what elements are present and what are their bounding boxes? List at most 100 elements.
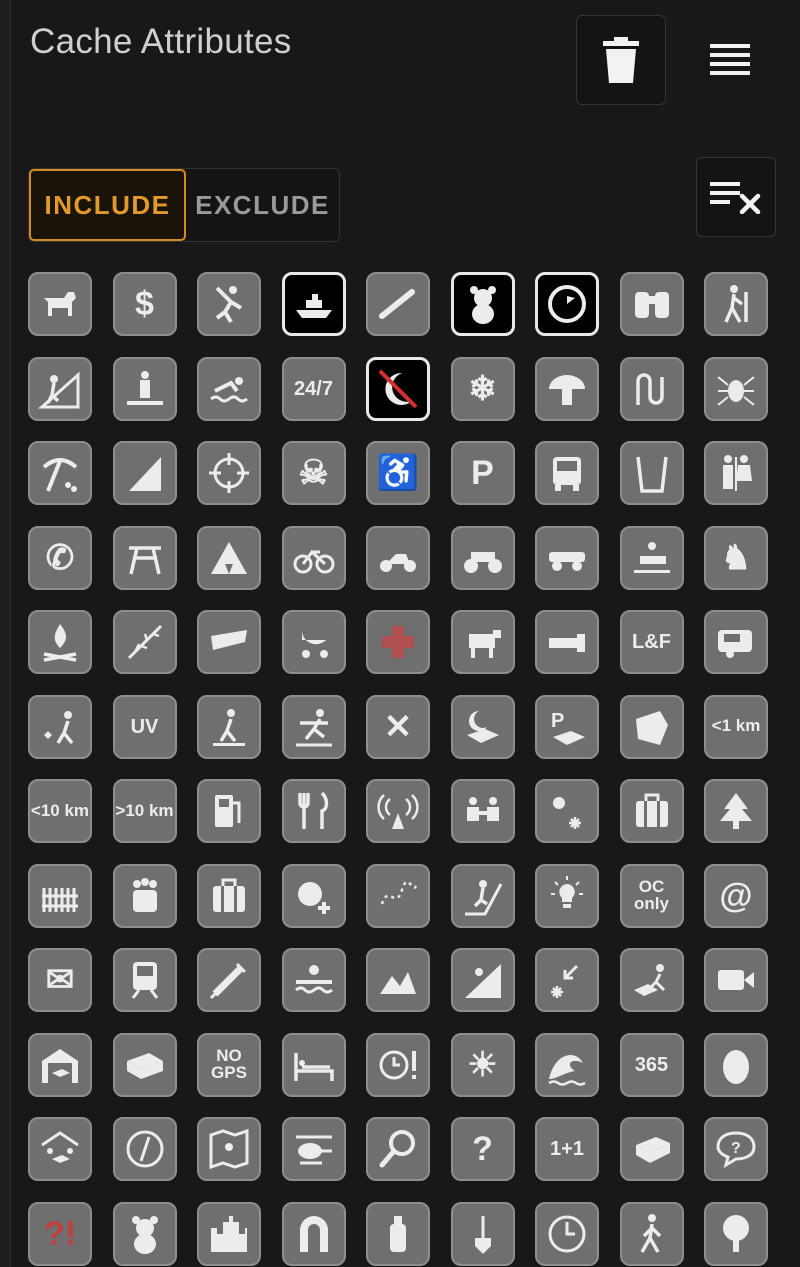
attribute-special-tool[interactable]: ✕ — [366, 694, 430, 759]
attribute-first-aid[interactable] — [366, 610, 430, 674]
attribute-teamwork[interactable] — [112, 863, 177, 928]
attribute-rv[interactable] — [704, 610, 768, 674]
attribute-question-bubble[interactable]: ? — [704, 1117, 768, 1181]
attribute-box[interactable] — [112, 1032, 177, 1097]
attribute-hiking[interactable] — [704, 272, 768, 336]
attribute-oc-only[interactable]: OC only — [619, 863, 684, 928]
delete-button[interactable] — [576, 15, 666, 105]
attribute-no-gps[interactable]: NO GPS — [197, 1032, 261, 1097]
attribute-daytime[interactable]: ☀ — [450, 1032, 515, 1097]
attribute-seasonal[interactable] — [535, 779, 599, 843]
attribute-all-year[interactable]: 365 — [619, 1032, 684, 1097]
attribute-bus[interactable] — [535, 441, 599, 505]
attribute-letterbox[interactable]: ✉ — [28, 948, 92, 1012]
attribute-container[interactable] — [619, 1117, 684, 1181]
attribute-available-24-7[interactable]: 24/7 — [281, 356, 346, 421]
attribute-snowshoes[interactable] — [197, 694, 261, 759]
attribute-magnifier[interactable] — [366, 1117, 430, 1181]
attribute-binoculars[interactable] — [619, 272, 684, 336]
attribute-surprise[interactable]: ?! — [28, 1201, 92, 1266]
attribute-hills[interactable] — [366, 948, 430, 1012]
attribute-restroom[interactable] — [704, 441, 768, 505]
attribute-challenge-cache[interactable] — [450, 863, 515, 928]
attribute-wheelchair[interactable]: ♿ — [366, 441, 430, 505]
attribute-tree[interactable] — [704, 1201, 768, 1266]
attribute-tent[interactable] — [197, 525, 261, 590]
attribute-tree-climbing[interactable] — [704, 779, 768, 843]
attribute-in-water[interactable] — [281, 948, 346, 1012]
attribute-stealth[interactable] — [197, 610, 261, 674]
attribute-bonus-cache[interactable] — [281, 863, 346, 928]
attribute-field-puzzle[interactable] — [28, 694, 92, 759]
attribute-boat[interactable] — [281, 272, 346, 336]
attribute-steep-climb[interactable] — [450, 948, 515, 1012]
attribute-walking[interactable] — [619, 1201, 684, 1266]
attribute-shelter-box[interactable] — [28, 1117, 92, 1181]
attribute-quad[interactable] — [450, 525, 515, 590]
attribute-scuba[interactable] — [366, 272, 430, 336]
attribute-teddy[interactable] — [112, 1201, 177, 1266]
attribute-bicycle[interactable] — [281, 525, 346, 590]
clear-filter-button[interactable] — [696, 157, 776, 237]
attribute-picnic-table[interactable] — [112, 525, 177, 590]
attribute-overnight[interactable] — [281, 1032, 346, 1097]
attribute-abandoned-structure[interactable] — [619, 694, 684, 759]
attribute-tourist-ok[interactable] — [619, 779, 684, 843]
attribute-wading[interactable] — [112, 356, 177, 421]
attribute-mushroom[interactable] — [535, 356, 599, 421]
attribute-cross-country-ski[interactable] — [281, 694, 346, 759]
attribute-jeep[interactable] — [535, 525, 599, 590]
exclude-option[interactable]: EXCLUDE — [186, 169, 339, 241]
attribute-tide[interactable] — [535, 1032, 599, 1097]
attribute-front-yard[interactable] — [28, 863, 92, 928]
attribute-hidden-box[interactable] — [619, 948, 684, 1012]
attribute-compass[interactable] — [112, 1117, 177, 1181]
attribute-crosshair[interactable] — [197, 441, 261, 505]
attribute-solution-checker[interactable] — [535, 863, 599, 928]
attribute-fuel[interactable] — [197, 779, 261, 843]
attribute-stroller[interactable] — [281, 610, 346, 674]
attribute-horse[interactable]: ♞ — [704, 525, 768, 590]
attribute-swimming[interactable] — [197, 356, 261, 421]
attribute-lost-and-found[interactable]: L&F — [619, 610, 684, 674]
attribute-egg[interactable] — [704, 1032, 768, 1097]
attribute-medium-hike[interactable]: <10 km — [28, 779, 92, 843]
attribute-cliff[interactable] — [112, 441, 177, 505]
attribute-castle[interactable] — [197, 1201, 261, 1266]
attribute-shovel[interactable] — [450, 1201, 515, 1266]
attribute-compass-direction[interactable] — [535, 948, 599, 1012]
attribute-snake[interactable] — [619, 356, 684, 421]
attribute-climb-hill[interactable] — [28, 356, 92, 421]
attribute-map[interactable] — [197, 1117, 261, 1181]
attribute-mine[interactable] — [28, 441, 92, 505]
attribute-time-specific[interactable] — [366, 1032, 430, 1097]
attribute-dog[interactable] — [28, 272, 92, 336]
attribute-water-glass[interactable] — [619, 441, 684, 505]
attribute-bottle[interactable] — [366, 1201, 430, 1266]
attribute-email-at[interactable]: @ — [704, 863, 768, 928]
attribute-snowmobile[interactable] — [619, 525, 684, 590]
attribute-dollar[interactable]: $ — [112, 272, 177, 336]
attribute-parking[interactable]: P — [450, 441, 515, 505]
attribute-wireless-beacon[interactable] — [366, 779, 430, 843]
attribute-magnet[interactable] — [281, 1201, 346, 1266]
attribute-train[interactable] — [112, 948, 177, 1012]
attribute-park-and-grab[interactable]: P — [535, 694, 599, 759]
include-option[interactable]: INCLUDE — [29, 169, 186, 241]
attribute-thorn[interactable] — [112, 610, 177, 674]
attribute-webcam[interactable] — [704, 948, 768, 1012]
attribute-short-hike[interactable]: <1 km — [704, 694, 768, 759]
attribute-cow[interactable] — [450, 610, 515, 674]
attribute-motorcycle[interactable] — [366, 525, 430, 590]
attribute-geotour[interactable] — [197, 863, 261, 928]
attribute-helicopter[interactable] — [281, 1117, 346, 1181]
attribute-partnership[interactable] — [450, 779, 515, 843]
attribute-campfire[interactable] — [28, 610, 92, 674]
attribute-flashlight[interactable] — [535, 610, 599, 674]
attribute-phone[interactable]: ✆ — [28, 525, 92, 590]
attribute-snowflake[interactable]: ❄ — [450, 356, 515, 421]
attribute-puzzle[interactable]: ? — [450, 1117, 515, 1181]
attribute-night-cache-box[interactable] — [450, 694, 515, 759]
attribute-tick[interactable] — [704, 356, 768, 421]
attribute-long-hike[interactable]: >10 km — [112, 779, 177, 843]
